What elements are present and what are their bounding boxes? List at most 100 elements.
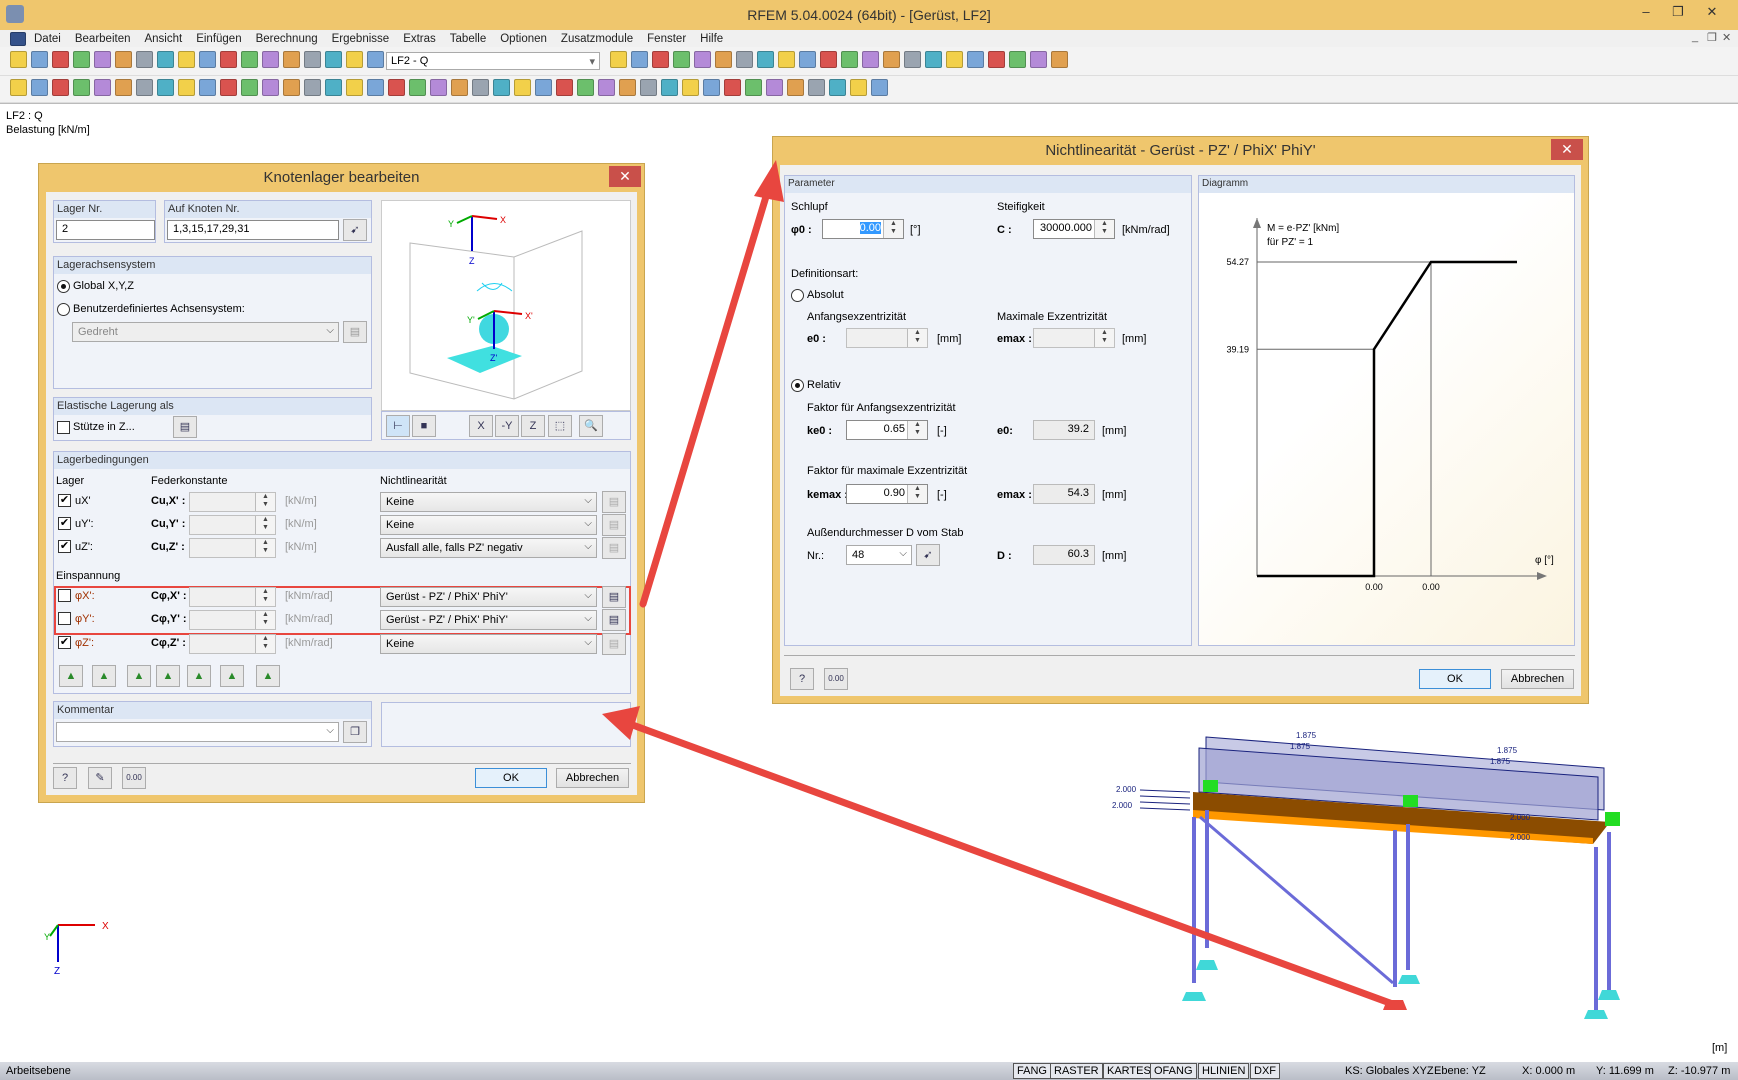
export-icon[interactable]	[1009, 51, 1026, 68]
pdf-icon[interactable]	[1051, 51, 1068, 68]
arc-icon[interactable]	[73, 79, 90, 96]
save-icon[interactable]	[94, 51, 111, 68]
toggle-kartes[interactable]: KARTES	[1103, 1063, 1155, 1079]
view-y-icon[interactable]	[577, 79, 594, 96]
visibility-icon[interactable]	[703, 79, 720, 96]
phi0-input[interactable]: 0.00 ▲ ▼	[822, 219, 904, 239]
menu-bearbeiten[interactable]: Bearbeiten	[75, 33, 131, 45]
mdi-restore-button[interactable]: ❐	[1707, 31, 1717, 44]
spring-icon[interactable]	[925, 51, 942, 68]
support-z-button[interactable]: ▲	[127, 665, 151, 687]
units-button[interactable]: 0.00	[122, 767, 146, 789]
print-graphic-icon[interactable]	[988, 51, 1005, 68]
member-icon[interactable]	[862, 51, 879, 68]
edit-axis-button[interactable]: ▤	[343, 321, 367, 343]
minimize-button[interactable]: –	[1632, 4, 1660, 24]
toggle-ofang[interactable]: OFANG	[1150, 1063, 1197, 1079]
redo-icon[interactable]	[199, 51, 216, 68]
nonlinearity-select[interactable]: Keine ⌵	[380, 492, 597, 512]
render-mode-icon[interactable]	[661, 79, 678, 96]
new-icon[interactable]	[10, 51, 27, 68]
view-y-button[interactable]: -Y	[495, 415, 519, 437]
print-preview-icon[interactable]	[115, 51, 132, 68]
new-node-icon[interactable]	[10, 79, 27, 96]
menu-hilfe[interactable]: Hilfe	[700, 33, 723, 45]
mdi-close-button[interactable]: ✕	[1722, 31, 1731, 44]
lager-nr-input[interactable]: 2	[56, 220, 155, 240]
hinge-icon[interactable]	[115, 79, 132, 96]
toggle-dxf[interactable]: DXF	[1250, 1063, 1280, 1079]
nonlinearity-select[interactable]: Ausfall alle, falls PZ' negativ ⌵	[380, 538, 597, 558]
view-icon[interactable]	[799, 51, 816, 68]
zoom-out-icon[interactable]	[493, 79, 510, 96]
axes-view-button[interactable]: ⊢	[386, 415, 410, 437]
generate-load-icon[interactable]	[409, 79, 426, 96]
condition-checkbox[interactable]: ✔	[58, 540, 71, 553]
global-radio[interactable]	[57, 280, 70, 293]
spring-constant-input[interactable]: ▲ ▼	[189, 492, 276, 512]
member-icon[interactable]	[52, 79, 69, 96]
condition-checkbox[interactable]: ✔	[58, 636, 71, 649]
guideline-icon[interactable]	[178, 79, 195, 96]
nonlinearity-select[interactable]: Gerüst - PZ' / PhiX' PhiY' ⌵	[380, 587, 597, 607]
spring-constant-input[interactable]: ▲ ▼	[189, 587, 276, 607]
print-report-icon[interactable]	[157, 51, 174, 68]
frame-icon[interactable]	[241, 79, 258, 96]
surface-icon[interactable]	[136, 79, 153, 96]
c-input[interactable]: 30000.000 ▲ ▼	[1033, 219, 1115, 239]
menu-zusatzmodule[interactable]: Zusatzmodule	[561, 33, 633, 45]
kommentar-select[interactable]: ⌵	[56, 722, 339, 742]
toggle-raster[interactable]: RASTER	[1050, 1063, 1103, 1079]
target-icon[interactable]	[262, 51, 279, 68]
menu-einfügen[interactable]: Einfügen	[196, 33, 241, 45]
tables-icon[interactable]	[829, 79, 846, 96]
condition-checkbox[interactable]: ✔	[58, 517, 71, 530]
structure-3d-view[interactable]: 1.875 1.875 1.875 1.875 2.000 2.000 2.00…	[1100, 720, 1660, 1020]
stuetze-checkbox[interactable]	[57, 421, 70, 434]
close-button[interactable]: ✕	[609, 166, 641, 187]
solid-icon[interactable]	[283, 79, 300, 96]
condition-checkbox[interactable]	[58, 589, 71, 602]
iso-view-button[interactable]: ⬚	[548, 415, 572, 437]
app-menu-icon[interactable]	[10, 31, 26, 46]
color-icon[interactable]	[787, 79, 804, 96]
box-icon[interactable]	[304, 79, 321, 96]
pick-node-button[interactable]: ➹	[343, 219, 367, 241]
menu-fenster[interactable]: Fenster	[647, 33, 686, 45]
panel-icon[interactable]	[778, 51, 795, 68]
kommentar-button[interactable]: ❐	[343, 721, 367, 743]
view-x-icon[interactable]	[556, 79, 573, 96]
grid-icon[interactable]	[346, 51, 363, 68]
coordinate-icon[interactable]	[682, 79, 699, 96]
toggle-hlinien[interactable]: HLINIEN	[1198, 1063, 1250, 1079]
view-minus-x-icon[interactable]	[619, 79, 636, 96]
deformation-icon[interactable]	[736, 51, 753, 68]
spring-constant-input[interactable]: ▲ ▼	[189, 538, 276, 558]
archive-icon[interactable]	[52, 51, 69, 68]
results-icon[interactable]	[694, 51, 711, 68]
edit-button[interactable]: ✎	[88, 767, 112, 789]
support-y-button[interactable]: ▲	[187, 665, 211, 687]
support-x-button[interactable]: ▲	[156, 665, 180, 687]
menu-ansicht[interactable]: Ansicht	[144, 33, 182, 45]
plane-icon[interactable]	[745, 79, 762, 96]
show-loads-icon[interactable]	[652, 51, 669, 68]
pick-member-button[interactable]: ➹	[916, 544, 940, 566]
zoom-icon[interactable]	[472, 79, 489, 96]
member-nr-select[interactable]: 48 ⌵	[846, 545, 912, 565]
knoten-input[interactable]: 1,3,15,17,29,31	[167, 220, 339, 240]
line-icon[interactable]	[31, 79, 48, 96]
active-view-icon[interactable]	[820, 51, 837, 68]
spinner-icon[interactable]: ▲ ▼	[907, 421, 927, 439]
edit-nonlinearity-button[interactable]: ▤	[602, 514, 626, 536]
render-icon[interactable]	[841, 51, 858, 68]
report-icon[interactable]	[1030, 51, 1047, 68]
dimension-icon[interactable]	[157, 79, 174, 96]
3d-icon[interactable]	[262, 79, 279, 96]
spring-constant-input[interactable]: ▲ ▼	[189, 515, 276, 535]
cancel-button[interactable]: Abbrechen	[1501, 669, 1574, 689]
ok-button[interactable]: OK	[475, 768, 547, 788]
load-icon[interactable]	[346, 79, 363, 96]
zoom-all-icon[interactable]	[451, 79, 468, 96]
menu-tabelle[interactable]: Tabelle	[450, 33, 486, 45]
